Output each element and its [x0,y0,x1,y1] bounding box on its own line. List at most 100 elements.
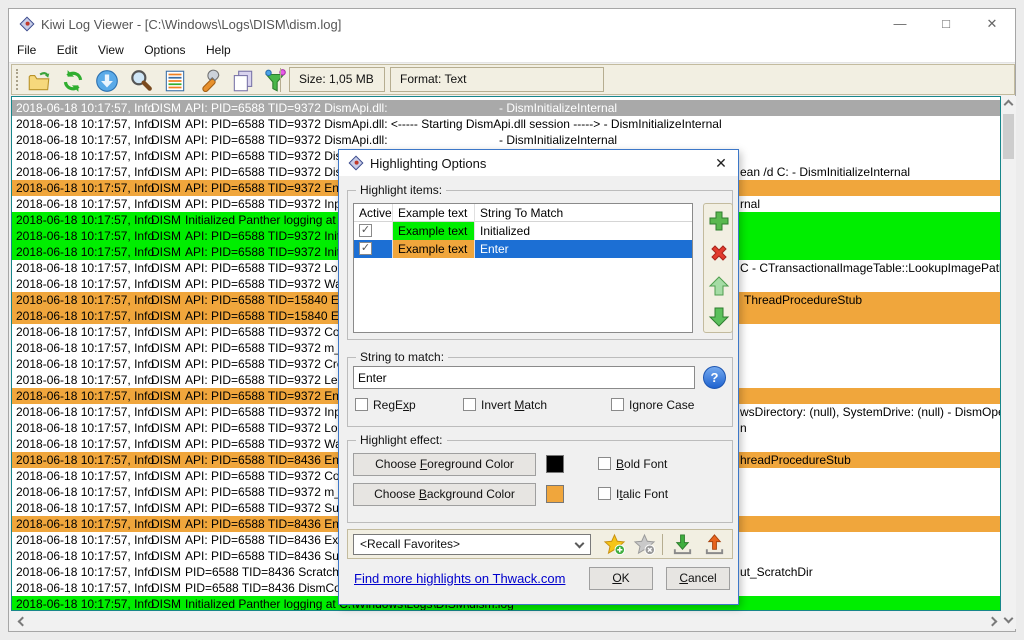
log-cell: DISM [151,469,181,483]
log-cell: DISM [151,421,181,435]
menu-file[interactable]: File [9,39,44,61]
log-cell: ut_ScratchDir [740,565,813,579]
log-cell: 2018-06-18 10:17:57, Info [16,517,154,531]
log-cell: DISM [151,245,181,259]
menu-bar: File Edit View Options Help [9,39,1015,63]
log-cell: DISM [151,453,181,467]
toolbar-grip[interactable] [16,69,19,90]
log-cell: DISM [151,373,181,387]
choose-background-color-button[interactable]: Choose Background Color [353,483,536,506]
regexp-checkbox[interactable]: RegExp [355,398,416,412]
vertical-scroll-thumb[interactable] [1003,114,1014,159]
download-icon [94,68,120,94]
item-list-toolbar [703,203,733,333]
log-cell: DISM [151,405,181,419]
help-icon[interactable]: ? [703,366,726,389]
table-row[interactable]: Example text Initialized [354,222,692,240]
add-favorite-button[interactable] [603,533,626,556]
bold-font-checkbox[interactable]: Bold Font [598,457,667,471]
ok-button[interactable]: OK [589,567,653,590]
recall-favorites-dropdown[interactable]: <Recall Favorites> [353,534,591,555]
scroll-right-arrow[interactable] [988,617,998,627]
background-swatch [546,485,564,503]
menu-edit[interactable]: Edit [49,39,86,61]
checkbox-box [463,398,476,411]
move-down-button[interactable] [707,305,731,329]
add-item-button[interactable] [707,209,731,233]
highlight-effect-group: Highlight effect: Choose Foreground Colo… [347,440,733,523]
log-cell: n [740,421,747,435]
dialog-title: Highlighting Options [370,156,486,171]
log-cell: DISM [151,549,181,563]
match-string-cell: Enter [475,240,693,258]
log-cell: DISM [151,309,181,323]
log-cell: 2018-06-18 10:17:57, Info [16,293,154,307]
choose-foreground-color-button[interactable]: Choose Foreground Color [353,453,536,476]
log-cell: - DismInitializeInternal [499,101,617,115]
close-button[interactable]: ✕ [969,9,1015,39]
filter-button[interactable] [260,66,290,93]
log-cell: 2018-06-18 10:17:57, Info [16,165,154,179]
maximize-button[interactable]: □ [923,9,969,39]
dialog-close-icon[interactable]: ✕ [710,153,732,173]
highlight-effect-label: Highlight effect: [356,433,447,447]
menu-help[interactable]: Help [198,39,239,61]
vertical-scrollbar[interactable] [1001,96,1016,629]
checkbox-box [611,398,624,411]
up-arrow-icon [707,274,731,298]
log-cell: 2018-06-18 10:17:57, Info [16,597,154,611]
cancel-button[interactable]: Cancel [666,567,730,590]
log-cell: DISM [151,597,181,611]
settings-button[interactable] [194,66,224,93]
log-row[interactable]: 2018-06-18 10:17:57, InfoDISMAPI: PID=65… [12,132,1000,148]
refresh-button[interactable] [58,66,88,93]
ignore-case-checkbox[interactable]: Ignore Case [611,398,694,412]
open-file-button[interactable] [24,66,54,93]
view-log-button[interactable] [160,66,190,93]
log-row[interactable]: 2018-06-18 10:17:57, InfoDISMAPI: PID=65… [12,100,1000,116]
log-cell: 2018-06-18 10:17:57, Info [16,357,154,371]
down-arrow-icon [707,305,731,329]
log-cell: DISM [151,533,181,547]
scroll-down-arrow[interactable] [1001,613,1016,629]
download-button[interactable] [92,66,122,93]
horizontal-scrollbar[interactable] [11,612,1001,630]
log-cell: DISM [151,501,181,515]
active-checkbox[interactable] [359,242,372,255]
italic-font-checkbox[interactable]: Italic Font [598,487,668,501]
log-cell: hreadProcedureStub [740,453,851,467]
match-string-input[interactable] [353,366,695,389]
menu-options[interactable]: Options [136,39,193,61]
log-row[interactable]: 2018-06-18 10:17:57, InfoDISMAPI: PID=65… [12,116,1000,132]
menu-view[interactable]: View [90,39,132,61]
log-cell: 2018-06-18 10:17:57, Info [16,325,154,339]
log-cell: 2018-06-18 10:17:57, Info [16,469,154,483]
delete-item-button[interactable] [707,241,731,265]
thwack-link[interactable]: Find more highlights on Thwack.com [354,571,565,586]
copy-button[interactable] [228,66,258,93]
log-cell: DISM [151,181,181,195]
scroll-up-arrow[interactable] [1001,96,1016,112]
remove-favorite-button[interactable] [633,533,656,556]
string-to-match-group: String to match: ? RegExp Invert Match I… [347,357,733,427]
active-checkbox[interactable] [359,224,372,237]
log-cell: DISM [151,197,181,211]
table-row[interactable]: Example text Enter [354,240,692,258]
import-highlights-button[interactable] [671,533,694,556]
header-active: Active [354,204,393,222]
highlight-items-table[interactable]: Active Example text String To Match Exam… [353,203,693,333]
highlighting-options-dialog: Highlighting Options ✕ Highlight items: … [338,149,739,605]
example-text-cell: Example text [393,240,475,258]
example-text-cell: Example text [393,222,475,240]
log-cell: 2018-06-18 10:17:57, Info [16,389,154,403]
scroll-left-arrow[interactable] [18,617,28,627]
gold-star-add-icon [603,533,626,556]
log-cell: ThreadProcedureStub [744,293,862,307]
gray-star-remove-icon [633,533,656,556]
minimize-button[interactable]: — [877,9,923,39]
log-cell: API: PID=6588 TID=9372 DismApi.dll: [185,101,388,115]
search-button[interactable] [126,66,156,93]
invert-match-checkbox[interactable]: Invert Match [463,398,547,412]
move-up-button[interactable] [707,274,731,298]
export-highlights-button[interactable] [703,533,726,556]
